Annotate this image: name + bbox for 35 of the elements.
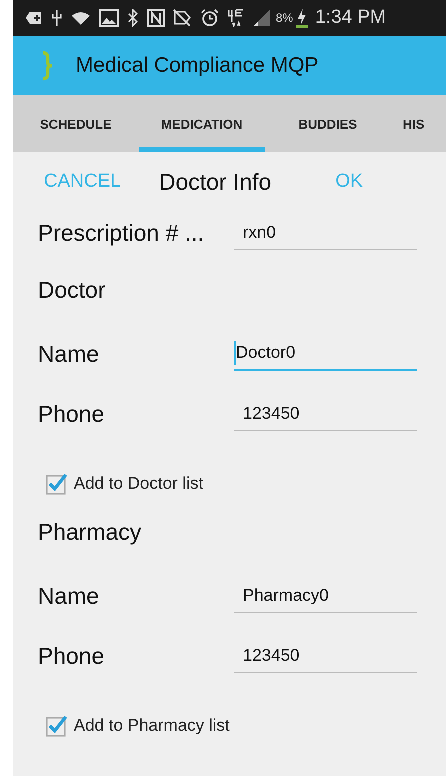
battery-percent: 8% bbox=[276, 11, 294, 25]
input-field[interactable]: rxn0 bbox=[234, 216, 417, 250]
field-label: Phone bbox=[37, 400, 106, 428]
image-icon bbox=[99, 9, 119, 27]
nfc-icon bbox=[147, 9, 165, 27]
app-title: Medical Compliance MQP bbox=[76, 54, 319, 78]
section-title: Doctor bbox=[37, 276, 107, 305]
field-label: Phone bbox=[37, 642, 106, 670]
section-title: Pharmacy bbox=[37, 518, 143, 547]
tab[interactable]: BUDDIES bbox=[265, 95, 391, 152]
wifi-icon bbox=[71, 10, 91, 26]
checkbox[interactable] bbox=[46, 715, 68, 737]
input-field[interactable]: 123450 bbox=[234, 397, 417, 431]
checkbox[interactable] bbox=[46, 473, 68, 495]
tab[interactable]: SCHEDULE bbox=[13, 95, 139, 152]
bluetooth-icon bbox=[127, 9, 139, 27]
field-label: Name bbox=[37, 340, 100, 368]
field-label: Prescription # ... bbox=[37, 220, 206, 246]
input-field[interactable]: Doctor0 bbox=[234, 337, 417, 371]
field-label: Name bbox=[37, 582, 100, 610]
signal-icon bbox=[253, 9, 271, 27]
mute-icon bbox=[173, 9, 193, 27]
notification-icon bbox=[25, 10, 43, 26]
input-field[interactable]: Pharmacy0 bbox=[234, 579, 417, 613]
usb-icon bbox=[51, 9, 63, 27]
input-field[interactable]: 123450 bbox=[234, 639, 417, 673]
checkbox-label: Add to Pharmacy list bbox=[74, 716, 230, 736]
tab[interactable]: MEDICATION bbox=[139, 95, 265, 152]
lte-icon bbox=[227, 9, 245, 27]
alarm-icon bbox=[201, 9, 219, 27]
checkbox-label: Add to Doctor list bbox=[74, 474, 204, 494]
dialog-title: Doctor Info bbox=[159, 168, 272, 196]
battery-charging-icon bbox=[296, 8, 308, 28]
tab[interactable]: HIS bbox=[391, 95, 446, 152]
clock: 1:34 PM bbox=[315, 7, 386, 29]
